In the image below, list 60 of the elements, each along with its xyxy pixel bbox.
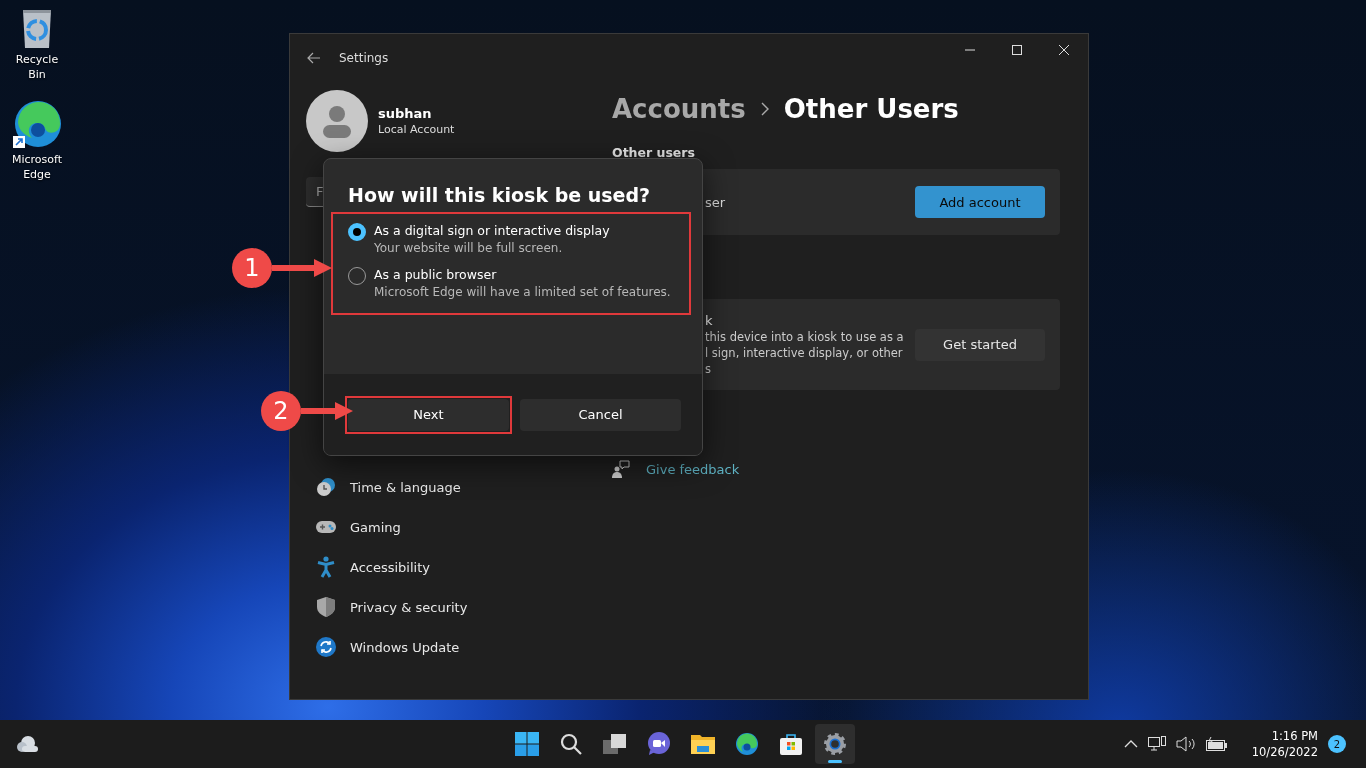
update-arrows-icon: [316, 637, 336, 657]
get-started-button[interactable]: Get started: [915, 328, 1045, 361]
chevron-right-icon: [759, 102, 770, 116]
radio-button[interactable]: [348, 223, 366, 241]
folder-icon: [691, 732, 715, 756]
add-account-button[interactable]: Add account: [915, 186, 1045, 218]
feedback-icon: [612, 460, 630, 478]
weather-cloud-icon[interactable]: [16, 734, 40, 754]
clock-time[interactable]: 1:16 PM: [1271, 728, 1318, 744]
store-bag-icon: [779, 732, 803, 756]
gear-icon: [823, 732, 847, 756]
dialog-title: How will this kiosk be used?: [348, 184, 652, 206]
back-arrow-icon[interactable]: [307, 52, 321, 64]
card-text: l sign, interactive display, or other: [705, 344, 904, 361]
video-chat-icon: [647, 732, 671, 756]
option-label[interactable]: As a public browser: [374, 267, 671, 282]
user-name: subhan: [378, 106, 433, 121]
step-number-badge: 1: [232, 248, 272, 288]
sidebar-item[interactable]: Accessibility: [306, 547, 586, 587]
step-number-badge: 2: [261, 391, 301, 431]
sidebar-item[interactable]: Gaming: [306, 507, 586, 547]
desktop-icon-label: Recycle Bin: [14, 52, 60, 82]
next-button[interactable]: Next: [348, 398, 509, 431]
edge-icon: [735, 732, 759, 756]
stacked-windows-icon: [603, 732, 627, 756]
volume-icon[interactable]: [1175, 736, 1196, 752]
sidebar-item[interactable]: Privacy & security: [306, 587, 586, 627]
network-icon[interactable]: [1147, 736, 1166, 752]
clock-date[interactable]: 10/26/2022: [1251, 744, 1318, 760]
accessibility-figure-icon: [316, 556, 336, 578]
page-title: Other Users: [783, 94, 959, 124]
card-text: k: [705, 312, 714, 329]
shield-icon: [316, 597, 336, 617]
breadcrumb-parent[interactable]: Accounts: [612, 94, 746, 124]
section-title: Other users: [611, 145, 696, 160]
window-title: Settings: [339, 51, 389, 65]
give-feedback-link[interactable]: Give feedback: [646, 461, 740, 477]
sidebar-item[interactable]: Time & language: [306, 467, 586, 507]
option-description: Your website will be full screen.: [374, 241, 564, 255]
pointer-arrow: [301, 401, 353, 421]
chevron-up-icon[interactable]: [1123, 740, 1138, 748]
search-icon: [559, 732, 583, 756]
card-text: s: [705, 360, 712, 377]
avatar-icon: [306, 90, 368, 152]
clock-globe-icon: [316, 477, 336, 497]
battery-charging-icon[interactable]: [1205, 737, 1228, 751]
windows-logo-icon: [515, 732, 539, 756]
account-type: Local Account: [378, 123, 455, 136]
option-description: Microsoft Edge will have a limited set of features.: [374, 285, 671, 299]
pointer-arrow: [272, 258, 332, 278]
option-label[interactable]: As a digital sign or interactive display: [374, 223, 610, 238]
card-label: ser: [705, 194, 726, 210]
sidebar-item[interactable]: Windows Update: [306, 627, 586, 667]
desktop-icon-label: Microsoft Edge: [10, 152, 64, 182]
taskbar-button[interactable]: [815, 724, 855, 764]
gamepad-icon: [316, 520, 336, 534]
card-text: this device into a kiosk to use as a: [705, 328, 904, 345]
notification-count-badge[interactable]: 2: [1328, 735, 1346, 753]
edge-icon[interactable]: [12, 100, 62, 150]
cancel-button[interactable]: Cancel: [520, 398, 681, 431]
